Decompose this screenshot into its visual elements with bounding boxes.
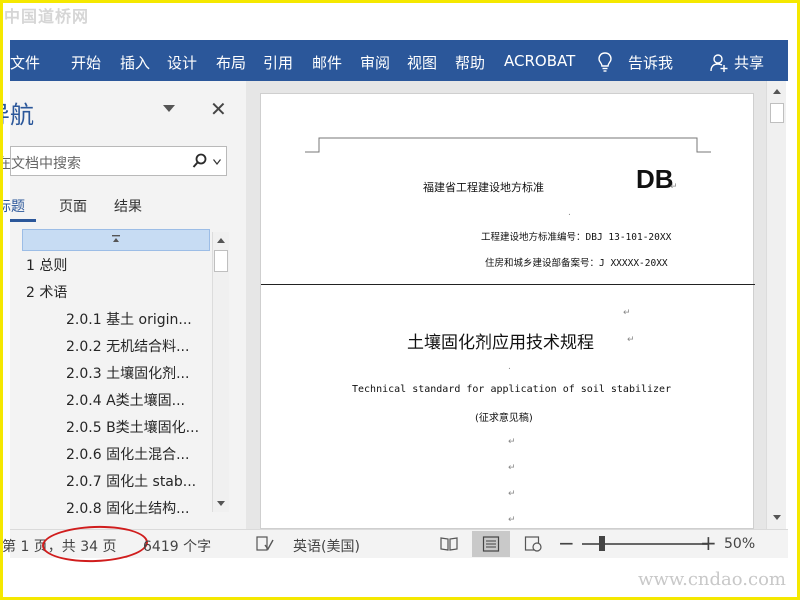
tab-insert[interactable]: 插入	[120, 52, 150, 73]
header-bracket	[305, 137, 711, 153]
print-layout-button[interactable]	[472, 531, 510, 557]
document-area: 福建省工程建设地方标准 DB ↵ . 工程建设地方标准编号：DBJ 13-101…	[246, 81, 766, 529]
active-tab-indicator	[10, 219, 36, 222]
tab-layout[interactable]: 布局	[216, 52, 246, 73]
scroll-thumb[interactable]	[214, 250, 228, 272]
nav-scrollbar[interactable]	[212, 232, 229, 512]
watermark-bottom: www.cndao.com	[638, 569, 786, 590]
status-bar: 第 1 页，共 34 页 6419 个字 英语(美国) − + 50%	[2, 524, 788, 564]
nav-item[interactable]: 2.0.8 固化土结构...	[66, 498, 189, 517]
tab-help[interactable]: 帮助	[455, 52, 485, 73]
add-person-icon	[710, 54, 728, 72]
scroll-down-icon[interactable]	[213, 495, 229, 511]
heading-tree: 1 总则 2 术语 2.0.1 基土 origin... 2.0.2 无机结合料…	[22, 229, 210, 517]
header-rule	[261, 284, 755, 285]
collapse-up-icon	[112, 235, 120, 242]
chevron-down-icon[interactable]	[162, 103, 176, 113]
std-number: 工程建设地方标准编号：DBJ 13-101-20XX	[481, 232, 672, 243]
lightbulb-icon	[598, 52, 612, 72]
nav-item[interactable]: 2.0.3 土壤固化剂...	[66, 363, 189, 383]
share-label: 共享	[734, 54, 765, 72]
print-layout-icon	[482, 536, 500, 552]
nav-item[interactable]: 2.0.4 A类土壤固...	[66, 390, 185, 410]
document-title: 土壤固化剂应用技术规程	[407, 333, 594, 353]
read-mode-icon[interactable]	[440, 536, 458, 552]
tab-acrobat[interactable]: ACROBAT	[504, 52, 575, 70]
zoom-level[interactable]: 50%	[724, 536, 755, 552]
nav-title: 导航	[0, 101, 34, 129]
document-scrollbar[interactable]	[766, 81, 786, 529]
nav-item[interactable]: 2.0.1 基土 origin...	[66, 309, 192, 329]
tab-view[interactable]: 视图	[407, 52, 437, 73]
document-page[interactable]: 福建省工程建设地方标准 DB ↵ . 工程建设地方标准编号：DBJ 13-101…	[260, 93, 755, 529]
draft-note: (征求意见稿)	[475, 413, 533, 424]
zoom-out-button[interactable]: −	[558, 531, 575, 555]
header-org: 福建省工程建设地方标准	[423, 181, 544, 194]
search-icon[interactable]	[192, 153, 208, 169]
tab-mailings[interactable]: 邮件	[312, 52, 342, 73]
nav-item[interactable]: 2.0.5 B类土壤固化...	[66, 417, 199, 437]
zoom-slider-thumb[interactable]	[599, 536, 605, 551]
chevron-down-icon[interactable]	[213, 159, 221, 165]
proofing-icon[interactable]	[256, 536, 274, 552]
tab-references[interactable]: 引用	[263, 52, 293, 73]
nav-item[interactable]: 2 术语	[26, 282, 67, 302]
scroll-down-icon[interactable]	[769, 509, 785, 525]
navigation-pane: 导航 ✕ 在文档中搜索 标题 页面 结果 1 总则 2 术语 2.0.1 基土 …	[0, 81, 246, 529]
scroll-thumb[interactable]	[770, 103, 784, 123]
header-code: DB	[636, 164, 674, 194]
web-layout-icon[interactable]	[524, 536, 542, 552]
tab-pages[interactable]: 页面	[59, 196, 87, 216]
record-number: 住房和城乡建设部备案号：J XXXXX-20XX	[485, 258, 668, 269]
tab-headings[interactable]: 标题	[0, 196, 25, 216]
highlight-oval	[41, 524, 149, 564]
zoom-in-button[interactable]: +	[700, 531, 717, 555]
search-input[interactable]: 在文档中搜索	[0, 153, 81, 173]
tell-me-label: 告诉我	[628, 54, 674, 72]
close-icon[interactable]: ✕	[210, 97, 227, 121]
watermark-top: 中国道桥网	[4, 7, 90, 26]
scroll-up-icon[interactable]	[213, 233, 229, 249]
nav-item[interactable]: 2.0.2 无机结合料...	[66, 336, 189, 356]
nav-search-box[interactable]: 在文档中搜索	[0, 146, 227, 176]
nav-item[interactable]: 2.0.7 固化土 stab...	[66, 471, 196, 491]
nav-item[interactable]: 2.0.6 固化土混合...	[66, 444, 189, 464]
tab-home[interactable]: 开始	[71, 52, 101, 73]
ribbon-tab-bar: 文件 开始 插入 设计 布局 引用 邮件 审阅 视图 帮助 ACROBAT 告诉…	[10, 40, 788, 81]
english-title: Technical standard for application of so…	[352, 384, 672, 395]
nav-item[interactable]: 1 总则	[26, 255, 67, 275]
tab-review[interactable]: 审阅	[360, 52, 390, 73]
tab-design[interactable]: 设计	[167, 52, 197, 73]
word-count[interactable]: 6419 个字	[143, 536, 211, 556]
scroll-up-icon[interactable]	[769, 84, 785, 100]
tab-results[interactable]: 结果	[114, 196, 142, 216]
language[interactable]: 英语(美国)	[293, 536, 360, 556]
tree-collapse-bar[interactable]	[22, 229, 210, 251]
tab-file[interactable]: 文件	[10, 52, 40, 73]
